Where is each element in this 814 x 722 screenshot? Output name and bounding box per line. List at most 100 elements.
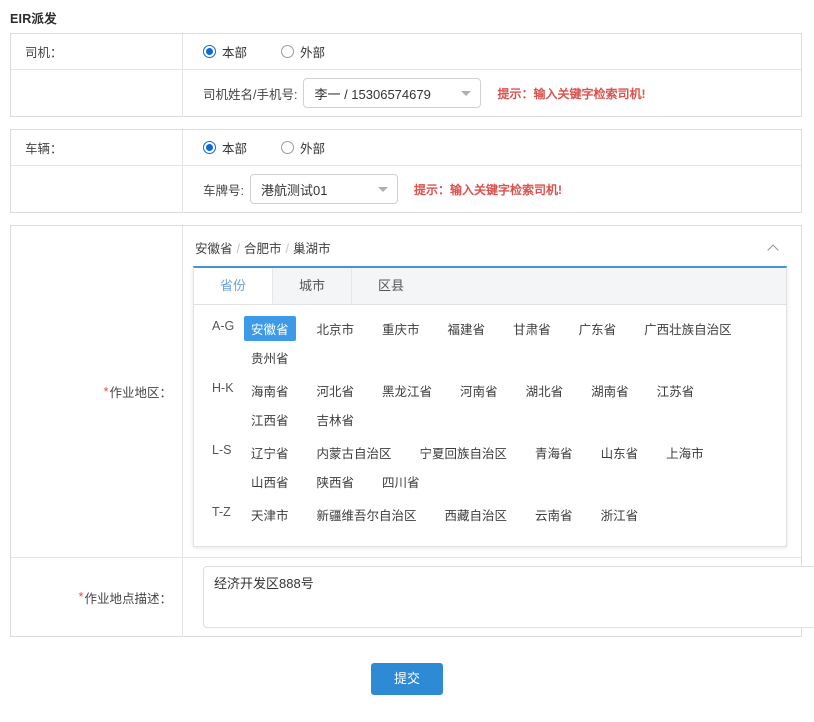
province-item[interactable]: 西藏自治区: [438, 502, 515, 527]
radio-unchecked-icon[interactable]: [281, 141, 294, 154]
province-item[interactable]: 云南省: [528, 502, 580, 527]
vehicle-radio-internal-label: 本部: [222, 138, 247, 157]
chevron-down-icon[interactable]: [378, 187, 388, 192]
vehicle-plate-row: 车牌号: 港航测试01 提示：输入关键字检索司机!: [11, 166, 801, 212]
province-item[interactable]: 北京市: [310, 316, 362, 341]
chevron-up-icon[interactable]: [768, 242, 779, 253]
chevron-down-icon[interactable]: [461, 91, 471, 96]
breadcrumb-province[interactable]: 安徽省: [195, 242, 233, 256]
province-item[interactable]: 上海市: [659, 440, 711, 465]
province-item[interactable]: 陕西省: [310, 469, 362, 494]
region-label-cell: *作业地区：: [11, 226, 183, 557]
region-field: 安徽省 / 合肥市 / 巢湖市 省份 城市 区县 A-G 安徽省 北京市: [183, 226, 801, 557]
province-item[interactable]: 新疆维吾尔自治区: [310, 502, 424, 527]
plate-inline-label: 车牌号:: [203, 180, 244, 199]
required-star: *: [104, 385, 109, 399]
province-item[interactable]: 江西省: [244, 407, 296, 432]
province-group-items: 安徽省 北京市 重庆市 福建省 甘肃省 广东省 广西壮族自治区 贵州省: [244, 315, 780, 373]
breadcrumb: 安徽省 / 合肥市 / 巢湖市: [195, 238, 331, 257]
breadcrumb-separator: /: [237, 242, 240, 256]
driver-name-field: 司机姓名/手机号: 李一 / 15306574679 提示：输入关键字检索司机!: [183, 70, 801, 116]
footer-actions: 提交: [0, 649, 814, 695]
province-item[interactable]: 湖北省: [519, 378, 571, 403]
driver-name-row: 司机姓名/手机号: 李一 / 15306574679 提示：输入关键字检索司机!: [11, 70, 801, 116]
province-item[interactable]: 天津市: [244, 502, 296, 527]
province-item[interactable]: 河北省: [310, 378, 362, 403]
province-item[interactable]: 山东省: [594, 440, 646, 465]
tab-province[interactable]: 省份: [194, 268, 273, 304]
vehicle-type-field: 本部 外部: [183, 130, 801, 165]
province-group-items: 海南省 河北省 黑龙江省 河南省 湖北省 湖南省 江苏省 江西省 吉林省: [244, 377, 780, 435]
province-item[interactable]: 广东省: [572, 316, 624, 341]
vehicle-label: 车辆：: [11, 130, 183, 165]
radio-unchecked-icon[interactable]: [281, 45, 294, 58]
province-item[interactable]: 山西省: [244, 469, 296, 494]
vehicle-radio-group: 本部 外部: [203, 138, 359, 157]
province-item[interactable]: 江苏省: [650, 378, 702, 403]
province-item[interactable]: 青海省: [528, 440, 580, 465]
province-item[interactable]: 浙江省: [594, 502, 646, 527]
breadcrumb-separator: /: [286, 242, 289, 256]
driver-label: 司机：: [11, 34, 183, 69]
province-item[interactable]: 重庆市: [375, 316, 427, 341]
province-group-letter: A-G: [200, 315, 244, 333]
description-textarea[interactable]: [203, 566, 814, 628]
province-item[interactable]: 海南省: [244, 378, 296, 403]
province-item[interactable]: 辽宁省: [244, 440, 296, 465]
driver-type-row: 司机： 本部 外部: [11, 34, 801, 70]
vehicle-empty-label-cell: [11, 166, 183, 212]
province-item[interactable]: 河南省: [453, 378, 505, 403]
plate-select-value: 港航测试01: [261, 180, 327, 199]
page-title: EIR派发: [0, 0, 814, 33]
plate-select[interactable]: 港航测试01: [250, 174, 398, 204]
province-item[interactable]: 广西壮族自治区: [637, 316, 739, 341]
region-tabs: 省份 城市 区县: [194, 268, 786, 305]
province-group-letter: H-K: [200, 377, 244, 395]
vehicle-type-row: 车辆： 本部 外部: [11, 130, 801, 166]
vehicle-plate-field: 车牌号: 港航测试01 提示：输入关键字检索司机!: [183, 166, 801, 212]
province-item[interactable]: 宁夏回族自治区: [413, 440, 515, 465]
driver-radio-external[interactable]: 外部: [281, 42, 325, 61]
province-group-items: 辽宁省 内蒙古自治区 宁夏回族自治区 青海省 山东省 上海市 山西省 陕西省 四…: [244, 439, 780, 497]
region-label: 作业地区：: [109, 382, 172, 401]
province-group-ag: A-G 安徽省 北京市 重庆市 福建省 甘肃省 广东省 广西壮族自治区 贵州省: [200, 315, 780, 373]
province-group-items: 天津市 新疆维吾尔自治区 西藏自治区 云南省 浙江省: [244, 501, 780, 530]
province-item[interactable]: 四川省: [375, 469, 427, 494]
breadcrumb-district[interactable]: 巢湖市: [293, 242, 331, 256]
location-section: *作业地区： 安徽省/合肥市/巢湖市 省份 城市 区县 A-G: [10, 225, 802, 637]
driver-name-inline-label: 司机姓名/手机号:: [203, 84, 297, 103]
breadcrumb-city[interactable]: 合肥市: [244, 242, 282, 256]
province-item[interactable]: 湖南省: [584, 378, 636, 403]
description-field: [183, 558, 814, 636]
driver-select-value: 李一 / 15306574679: [314, 84, 430, 103]
province-item[interactable]: 福建省: [441, 316, 493, 341]
vehicle-section: 车辆： 本部 外部 车牌号: 港航测试01 提示：输入关键字检索司机!: [10, 129, 802, 213]
province-list: A-G 安徽省 北京市 重庆市 福建省 甘肃省 广东省 广西壮族自治区 贵州省: [194, 305, 786, 546]
province-item[interactable]: 贵州省: [244, 345, 296, 370]
vehicle-radio-internal[interactable]: 本部: [203, 138, 247, 157]
region-row: *作业地区： 安徽省 / 合肥市 / 巢湖市 省份 城市 区县 A-G: [11, 226, 801, 558]
driver-select[interactable]: 李一 / 15306574679: [303, 78, 481, 108]
driver-hint-text: 提示：输入关键字检索司机!: [497, 85, 645, 102]
tab-city[interactable]: 城市: [273, 268, 352, 304]
driver-radio-internal-label: 本部: [222, 42, 247, 61]
region-header[interactable]: 安徽省 / 合肥市 / 巢湖市: [193, 236, 787, 258]
driver-empty-label-cell: [11, 70, 183, 116]
province-item[interactable]: 甘肃省: [506, 316, 558, 341]
required-star: *: [79, 590, 84, 604]
driver-section: 司机： 本部 外部 司机姓名/手机号: 李一 / 15306574679 提示: [10, 33, 802, 117]
province-group-hk: H-K 海南省 河北省 黑龙江省 河南省 湖北省 湖南省 江苏省 江西省 吉林省: [200, 377, 780, 435]
vehicle-radio-external[interactable]: 外部: [281, 138, 325, 157]
radio-checked-icon[interactable]: [203, 45, 216, 58]
submit-button[interactable]: 提交: [371, 663, 443, 695]
province-item[interactable]: 内蒙古自治区: [310, 440, 399, 465]
driver-type-field: 本部 外部: [183, 34, 801, 69]
province-item[interactable]: 黑龙江省: [375, 378, 439, 403]
province-group-letter: L-S: [200, 439, 244, 457]
province-item[interactable]: 安徽省: [244, 316, 296, 341]
driver-radio-internal[interactable]: 本部: [203, 42, 247, 61]
radio-checked-icon[interactable]: [203, 141, 216, 154]
province-item[interactable]: 吉林省: [310, 407, 362, 432]
tab-district[interactable]: 区县: [352, 268, 430, 304]
province-group-ls: L-S 辽宁省 内蒙古自治区 宁夏回族自治区 青海省 山东省 上海市 山西省 陕…: [200, 439, 780, 497]
